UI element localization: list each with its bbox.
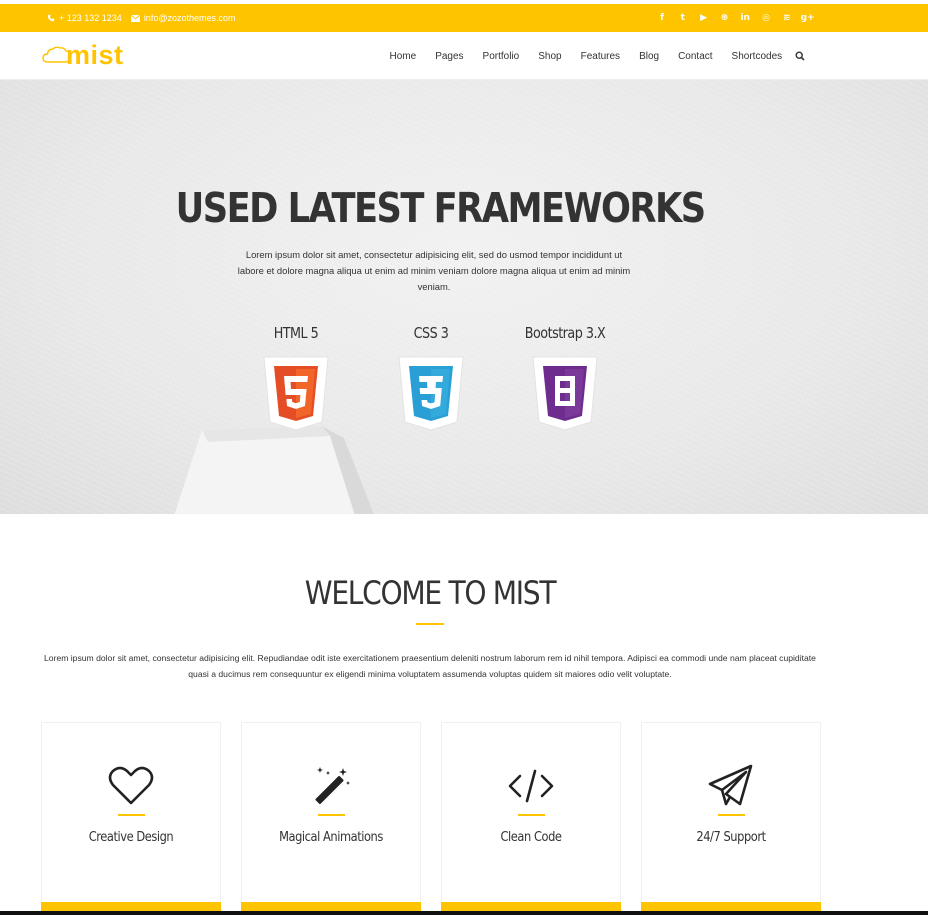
youtube-icon[interactable]: ▶ — [693, 13, 714, 23]
nav-item-shortcodes[interactable]: Shortcodes — [722, 51, 792, 62]
main-navbar: mist Home Pages Portfolio Shop Features Blog C… — [0, 32, 928, 80]
paper-plane-icon — [708, 764, 753, 806]
feature-card-creative-design[interactable]: Creative Design — [41, 722, 221, 914]
html5-icon — [263, 356, 329, 431]
feature-title: 24/7 Support — [696, 830, 766, 845]
framework-label: Bootstrap 3.X — [524, 324, 606, 342]
linkedin-icon[interactable]: in — [735, 13, 756, 23]
feature-divider — [118, 814, 145, 816]
phone-number: + 123 132 1234 — [59, 13, 122, 23]
css3-icon — [398, 356, 464, 431]
framework-bootstrap: Bootstrap 3.X — [505, 324, 625, 432]
feature-title: Magical Animations — [279, 830, 383, 845]
nav-item-blog[interactable]: Blog — [630, 51, 669, 62]
site-logo[interactable]: mist — [42, 40, 124, 70]
phone-icon — [47, 14, 55, 22]
google-plus-icon[interactable]: g+ — [797, 13, 818, 23]
nav-item-contact[interactable]: Contact — [669, 51, 722, 62]
framework-css3: CSS 3 — [371, 324, 491, 432]
nav-item-pages[interactable]: Pages — [426, 51, 473, 62]
page-bottom-edge — [0, 911, 928, 915]
welcome-description: Lorem ipsum dolor sit amet, consectetur … — [44, 653, 816, 679]
welcome-title: WELCOME TO MIST — [304, 574, 557, 612]
feature-icon-wrap — [642, 763, 820, 809]
hero-title: USED LATEST FRAMEWORKS — [175, 184, 706, 232]
hero-texture — [0, 80, 928, 514]
feature-divider — [318, 814, 345, 816]
logo-text: mist — [66, 39, 124, 70]
phone-contact[interactable]: + 123 132 1234 — [47, 13, 122, 23]
facebook-icon[interactable]: f — [652, 13, 673, 23]
feature-divider — [518, 814, 545, 816]
twitter-icon[interactable]: t — [672, 13, 693, 23]
rss-icon[interactable]: ≋ — [776, 13, 797, 23]
hero-section: USED LATEST FRAMEWORKS Lorem ipsum dolor… — [0, 80, 928, 514]
heart-icon — [108, 766, 154, 805]
welcome-divider — [416, 623, 444, 625]
github-icon[interactable]: ◎ — [756, 13, 777, 23]
feature-title: Creative Design — [88, 830, 174, 845]
email-contact[interactable]: info@zozothemes.com — [130, 13, 236, 23]
dribbble-icon[interactable]: ⊛ — [714, 13, 735, 23]
feature-card-clean-code[interactable]: Clean Code — [441, 722, 621, 914]
magic-wand-icon — [315, 767, 350, 805]
feature-card-magical-animations[interactable]: Magical Animations — [241, 722, 421, 914]
main-menu: Home Pages Portfolio Shop Features Blog Contac… — [380, 32, 805, 80]
feature-title: Clean Code — [500, 830, 562, 845]
framework-label: CSS 3 — [413, 324, 449, 342]
feature-divider — [718, 814, 745, 816]
framework-label: HTML 5 — [273, 324, 319, 342]
nav-item-shop[interactable]: Shop — [529, 51, 571, 62]
feature-icon-wrap — [42, 763, 220, 809]
bootstrap-icon — [532, 356, 598, 431]
contact-info: + 123 132 1234 info@zozothemes.com — [47, 4, 236, 32]
top-bar: + 123 132 1234 info@zozothemes.com f t ▶ ⊛ i… — [0, 4, 928, 32]
nav-item-portfolio[interactable]: Portfolio — [473, 51, 529, 62]
nav-item-features[interactable]: Features — [571, 51, 629, 62]
social-links: f t ▶ ⊛ in ◎ ≋ g+ — [652, 4, 818, 32]
framework-html5: HTML 5 — [236, 324, 356, 432]
feature-icon-wrap — [442, 763, 620, 809]
feature-icon-wrap — [242, 763, 420, 809]
code-icon — [508, 769, 554, 803]
search-icon[interactable] — [795, 51, 805, 61]
hero-decor-block — [174, 426, 374, 514]
email-address: info@zozothemes.com — [143, 13, 236, 23]
hero-description: Lorem ipsum dolor sit amet, consectetur … — [237, 249, 631, 292]
nav-item-home[interactable]: Home — [380, 51, 426, 62]
envelope-icon — [130, 14, 140, 22]
feature-card-support[interactable]: 24/7 Support — [641, 722, 821, 914]
